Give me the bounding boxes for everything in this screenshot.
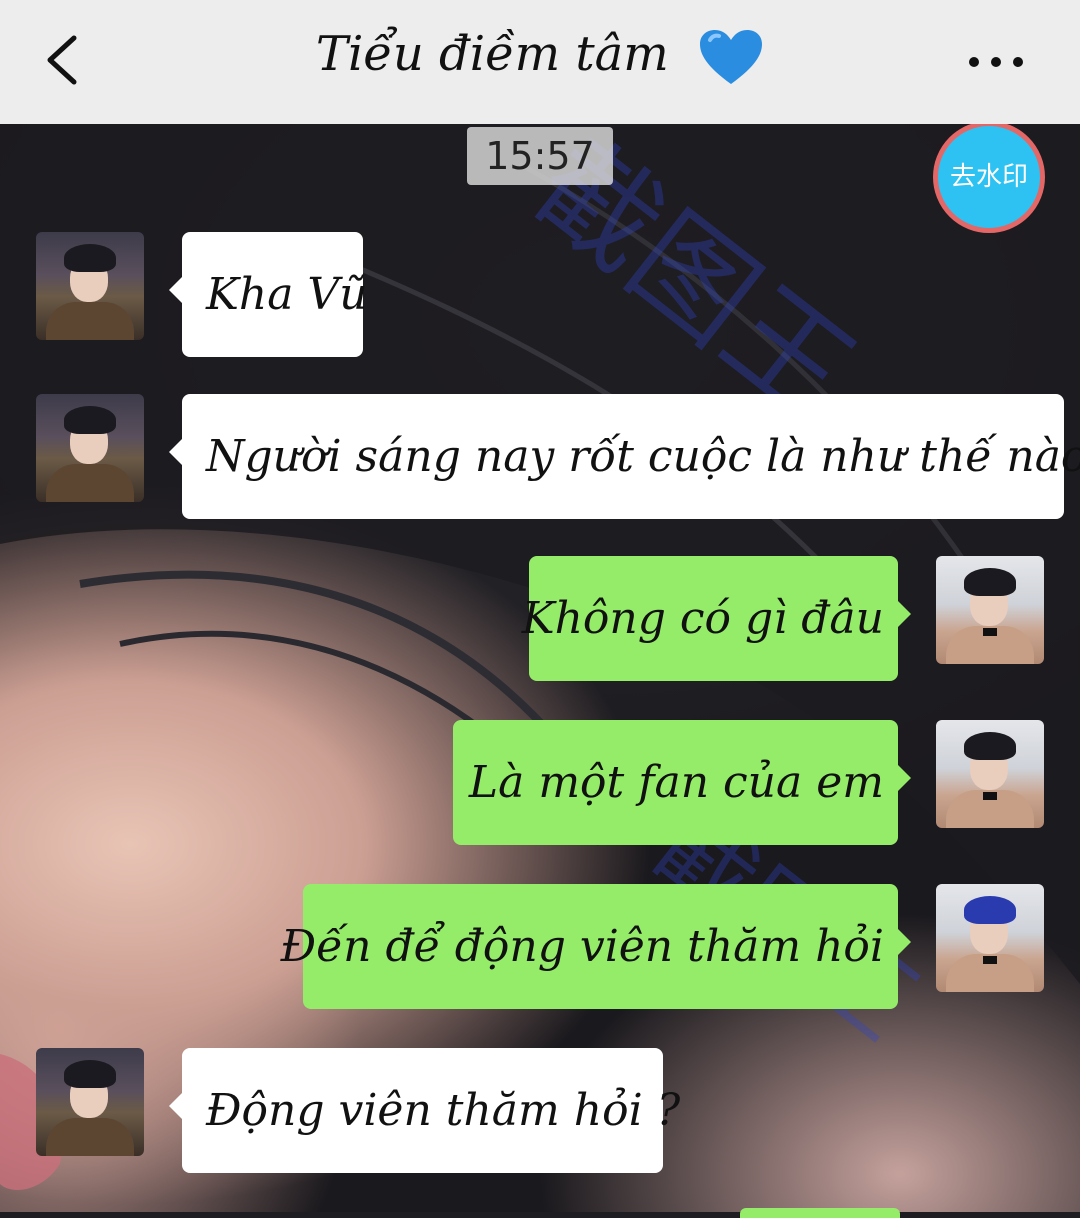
message-bubble-sent[interactable]: Đến để động viên thăm hỏi <box>281 884 911 1009</box>
message-bubble-partial <box>740 1208 900 1218</box>
more-options-icon[interactable] <box>968 56 1024 68</box>
chat-area[interactable]: 截图王 截图王 15:57 去水印 Kha Vũ Người sáng nay … <box>0 124 1080 1212</box>
user-avatar[interactable] <box>936 556 1044 664</box>
message-text: Là một fan của em <box>468 757 884 808</box>
message-text: Kha Vũ <box>206 269 368 320</box>
remove-watermark-button[interactable]: 去水印 <box>933 124 1045 233</box>
contact-avatar[interactable] <box>36 1048 144 1156</box>
chat-title: Tiểu điềm tâm <box>315 26 669 82</box>
chat-header: Tiểu điềm tâm <box>0 0 1080 124</box>
message-bubble-sent[interactable]: Là một fan của em <box>453 720 911 845</box>
timestamp-badge: 15:57 <box>467 127 613 185</box>
contact-avatar[interactable] <box>36 394 144 502</box>
message-text: Người sáng nay rốt cuộc là như thế nào v… <box>206 431 1080 482</box>
message-bubble-received[interactable]: Kha Vũ <box>169 232 368 357</box>
message-bubble-received[interactable]: Động viên thăm hỏi ? <box>169 1048 680 1173</box>
message-text: Động viên thăm hỏi ? <box>206 1085 681 1136</box>
chat-title-area: Tiểu điềm tâm <box>0 26 1080 88</box>
user-avatar[interactable] <box>936 884 1044 992</box>
user-avatar[interactable] <box>936 720 1044 828</box>
message-bubble-received[interactable]: Người sáng nay rốt cuộc là như thế nào v… <box>169 394 1080 519</box>
contact-avatar[interactable] <box>36 232 144 340</box>
message-text: Đến để động viên thăm hỏi <box>280 921 884 972</box>
message-bubble-sent[interactable]: Không có gì đâu <box>522 556 911 681</box>
blue-heart-icon <box>700 29 763 84</box>
message-text: Không có gì đâu <box>521 593 884 644</box>
